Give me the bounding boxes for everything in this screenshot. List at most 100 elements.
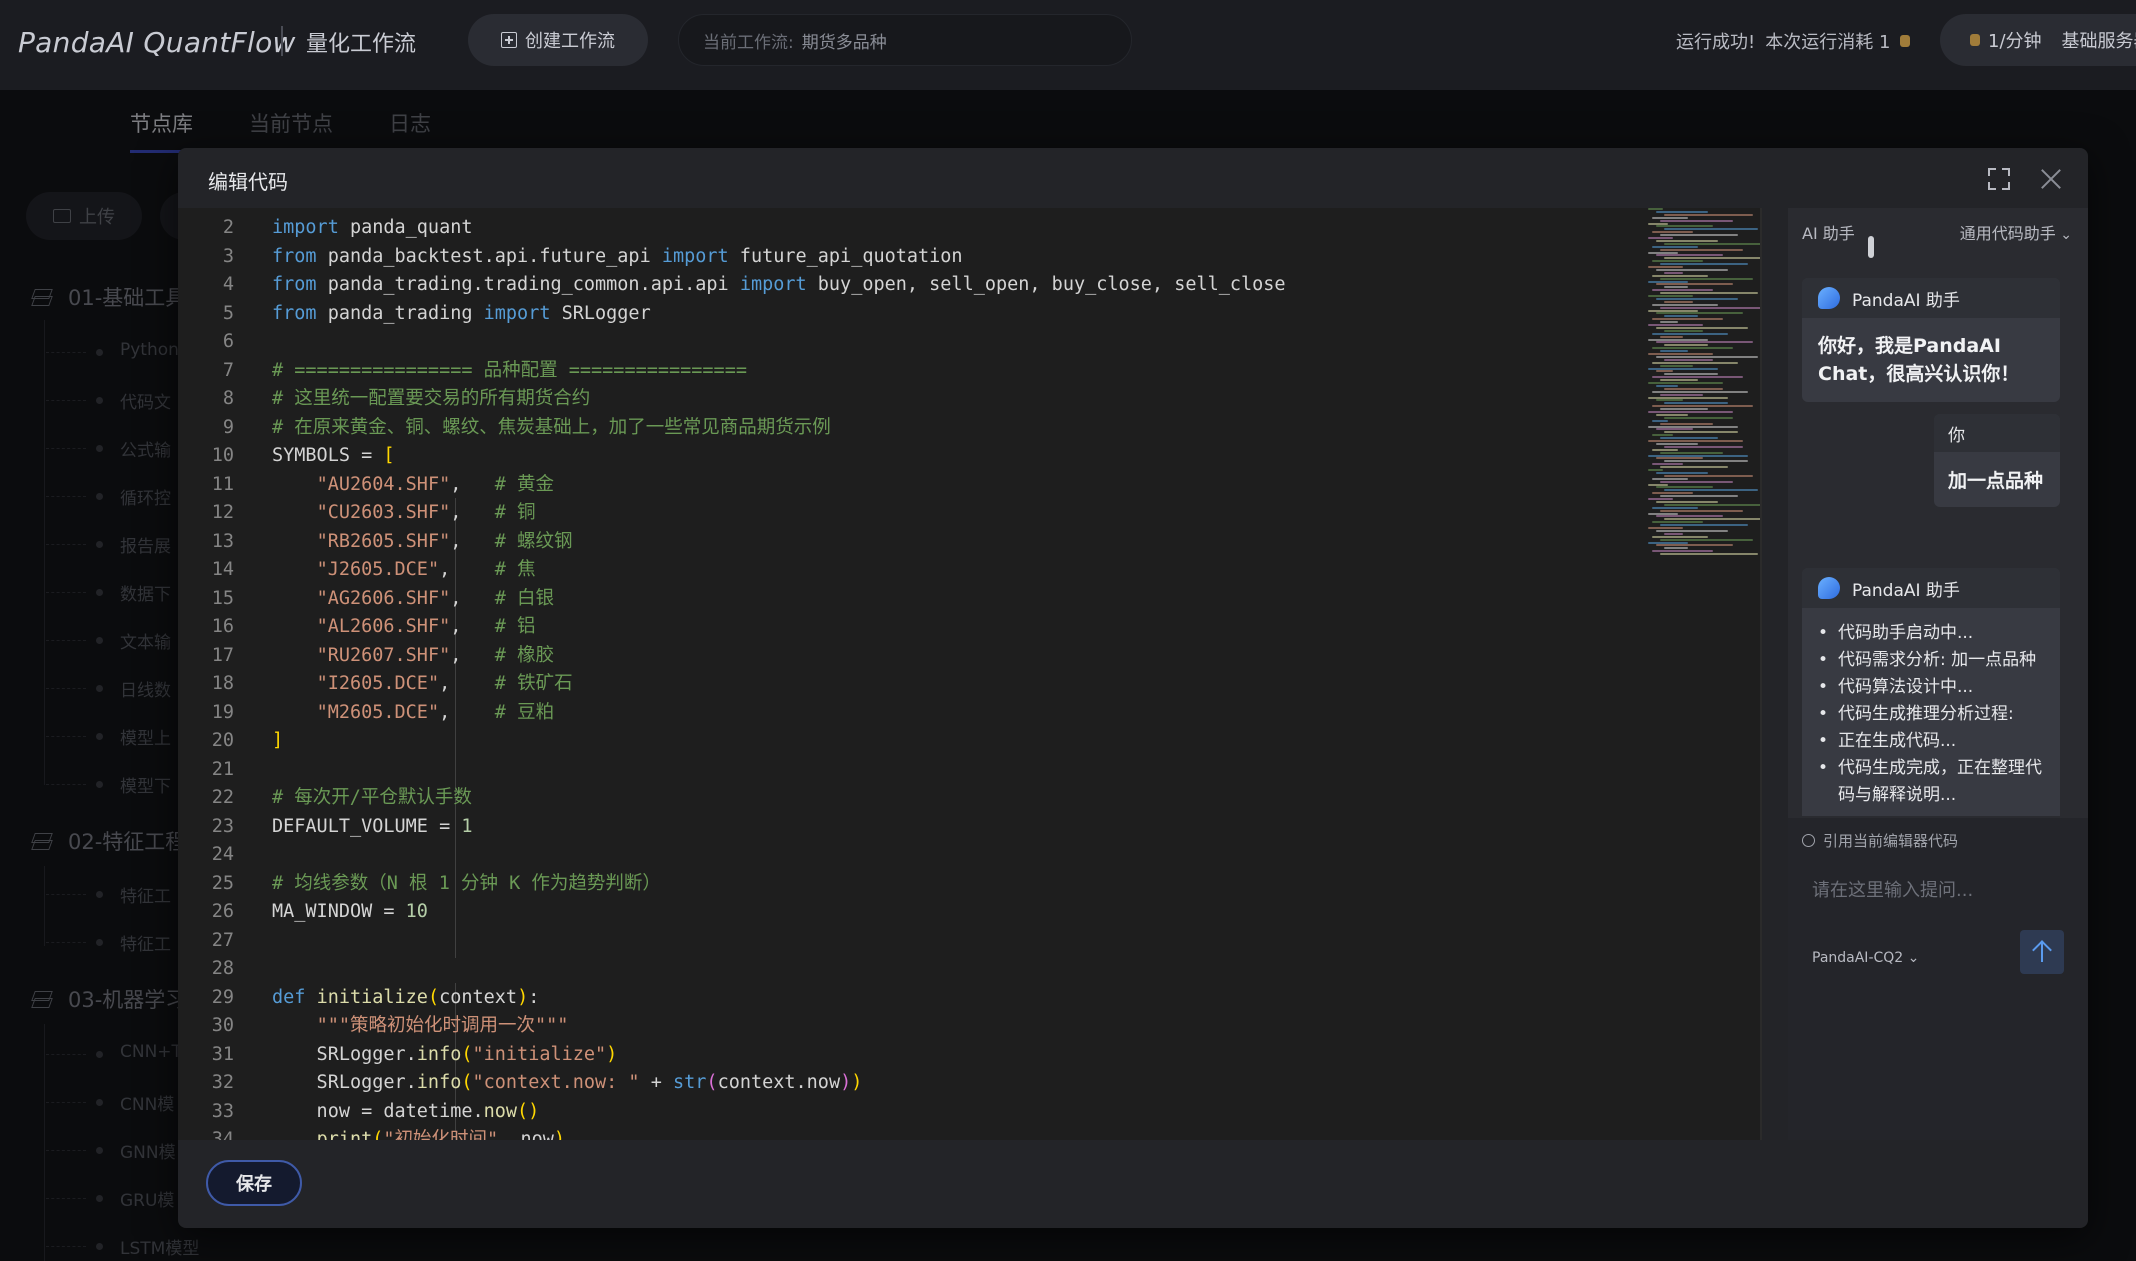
minimap-line: [1656, 268, 1728, 271]
minimap-line: [1648, 541, 1688, 544]
minimap-line: [1664, 431, 1738, 434]
minimap-line: [1652, 318, 1723, 321]
create-workflow-label: 创建工作流: [525, 31, 615, 52]
minimap-line: [1660, 306, 1762, 309]
minimap-line: [1660, 480, 1733, 483]
minimap-line: [1660, 393, 1703, 396]
top-bar: PandaAI QuantFlow 量化工作流 创建工作流 当前工作流: 期货多…: [0, 0, 2136, 90]
minimap-line: [1660, 364, 1693, 367]
minimap-line: [1656, 515, 1723, 518]
current-workflow-field[interactable]: 当前工作流: 期货多品种: [678, 14, 1132, 66]
minimap-line: [1664, 344, 1708, 347]
minimap-line: [1652, 448, 1678, 451]
model-name: PandaAI-CQ2: [1812, 950, 1904, 966]
minimap-line: [1664, 460, 1748, 463]
radio-icon[interactable]: [1802, 834, 1815, 847]
minimap-line: [1660, 292, 1758, 295]
minimap-line: [1660, 234, 1738, 237]
minimap-line: [1656, 210, 1708, 213]
minimap-line: [1656, 486, 1713, 489]
minimap-line: [1656, 384, 1678, 387]
run-status: 运行成功! 本次运行消耗 1: [1676, 28, 1911, 54]
minimap-line: [1656, 529, 1728, 532]
save-button[interactable]: 保存: [206, 1160, 302, 1206]
model-select[interactable]: PandaAI-CQ2 ⌄: [1812, 950, 1919, 966]
minimap-line: [1656, 254, 1723, 257]
ai-panel-title: AI 助手: [1802, 224, 1855, 243]
minimap-line: [1652, 550, 1713, 553]
minimap-line: [1652, 434, 1673, 437]
minimap-line: [1664, 242, 1762, 245]
ai-panel-header: AI 助手 通用代码助手: [1802, 220, 2072, 244]
minimap-line: [1652, 332, 1728, 335]
user-message: 你 加一点品种: [1934, 414, 2060, 507]
ai-assistant-panel: AI 助手 通用代码助手 PandaAI 助手 你好，我是PandaAI Cha…: [1788, 208, 2088, 1140]
ai-question-input[interactable]: [1802, 870, 2072, 910]
minimap-line: [1648, 382, 1723, 384]
send-button[interactable]: [2020, 930, 2064, 974]
current-workflow-label: 当前工作流:: [703, 32, 794, 53]
minimap-line: [1664, 286, 1688, 289]
bot-message-header: PandaAI 助手: [1802, 568, 2060, 608]
panda-bot-icon: [1818, 287, 1840, 309]
bot-greeting: 你好，我是PandaAI Chat，很高兴认识你！: [1818, 335, 2020, 385]
minimap-line: [1652, 216, 1688, 219]
minimap-line: [1648, 396, 1728, 399]
step-item: 代码算法设计中...: [1816, 674, 2048, 701]
brand-subtitle: 量化工作流: [306, 32, 417, 57]
minimap-line: [1656, 355, 1758, 358]
editor-scrollbar[interactable]: [1760, 208, 1762, 1140]
create-workflow-button[interactable]: 创建工作流: [468, 14, 648, 66]
minimap-line: [1660, 263, 1748, 266]
step-item: 代码生成推理分析过程:: [1816, 701, 2048, 728]
brand-logo: PandaAI QuantFlow: [18, 26, 296, 59]
minimap-line: [1656, 312, 1743, 315]
step-item: 代码助手启动中...: [1816, 620, 2048, 647]
minimap-line: [1656, 457, 1703, 460]
progress-steps: 代码助手启动中... 代码需求分析: 加一点品种 代码算法设计中... 代码生成…: [1802, 608, 2060, 816]
minimap-line: [1664, 358, 1713, 361]
minimap-line: [1652, 361, 1738, 364]
minimap-line: [1660, 538, 1753, 541]
chat-history[interactable]: PandaAI 助手 你好，我是PandaAI Chat，很高兴认识你！ 你 加…: [1788, 254, 2088, 816]
chat-scrollbar-thumb[interactable]: [1868, 236, 1874, 258]
minimap-line: [1648, 425, 1738, 428]
minimap-line: [1656, 544, 1733, 547]
code-text[interactable]: 2 import panda_quant 3 from panda_backtest…: [178, 214, 1286, 1140]
minimap-line: [1648, 411, 1733, 413]
minimap-line: [1656, 500, 1718, 503]
minimap-line: [1660, 422, 1713, 425]
minimap-line: [1652, 535, 1708, 538]
run-status-text: 运行成功!: [1676, 32, 1756, 53]
fullscreen-icon[interactable]: [1988, 168, 2010, 190]
code-minimap[interactable]: [1648, 208, 1762, 568]
rate-pill[interactable]: 1/分钟 基础服务器: [1940, 14, 2136, 66]
assistant-mode-select[interactable]: 通用代码助手: [1960, 220, 2072, 244]
panda-bot-icon: [1818, 577, 1840, 599]
minimap-line: [1656, 239, 1718, 242]
close-icon[interactable]: [2040, 168, 2062, 190]
ai-input-area: 引用当前编辑器代码 PandaAI-CQ2 ⌄: [1788, 818, 2088, 1140]
minimap-line: [1660, 437, 1718, 440]
minimap-line: [1664, 489, 1758, 492]
minimap-line: [1652, 376, 1743, 379]
bot-name: PandaAI 助手: [1852, 580, 1960, 601]
minimap-line: [1648, 469, 1663, 471]
minimap-line: [1648, 222, 1668, 225]
minimap-line: [1664, 373, 1718, 376]
reference-label: 引用当前编辑器代码: [1823, 832, 1959, 850]
minimap-line: [1648, 280, 1688, 283]
minimap-line: [1660, 321, 1678, 324]
minimap-line: [1664, 547, 1688, 550]
bot-message: PandaAI 助手 你好，我是PandaAI Chat，很高兴认识你！: [1802, 278, 2060, 402]
code-editor[interactable]: 2 import panda_quant 3 from panda_backtest…: [178, 208, 1762, 1140]
minimap-line: [1648, 440, 1743, 442]
edit-code-modal: 编辑代码 2 import panda_quant 3 from panda_bac…: [178, 148, 2088, 1228]
minimap-line: [1664, 503, 1762, 506]
minimap-line: [1664, 271, 1683, 274]
minimap-line: [1660, 509, 1743, 512]
minimap-line: [1660, 408, 1708, 411]
minimap-line: [1648, 527, 1683, 529]
minimap-line: [1660, 466, 1728, 469]
reference-editor-code-option[interactable]: 引用当前编辑器代码: [1802, 830, 1958, 851]
